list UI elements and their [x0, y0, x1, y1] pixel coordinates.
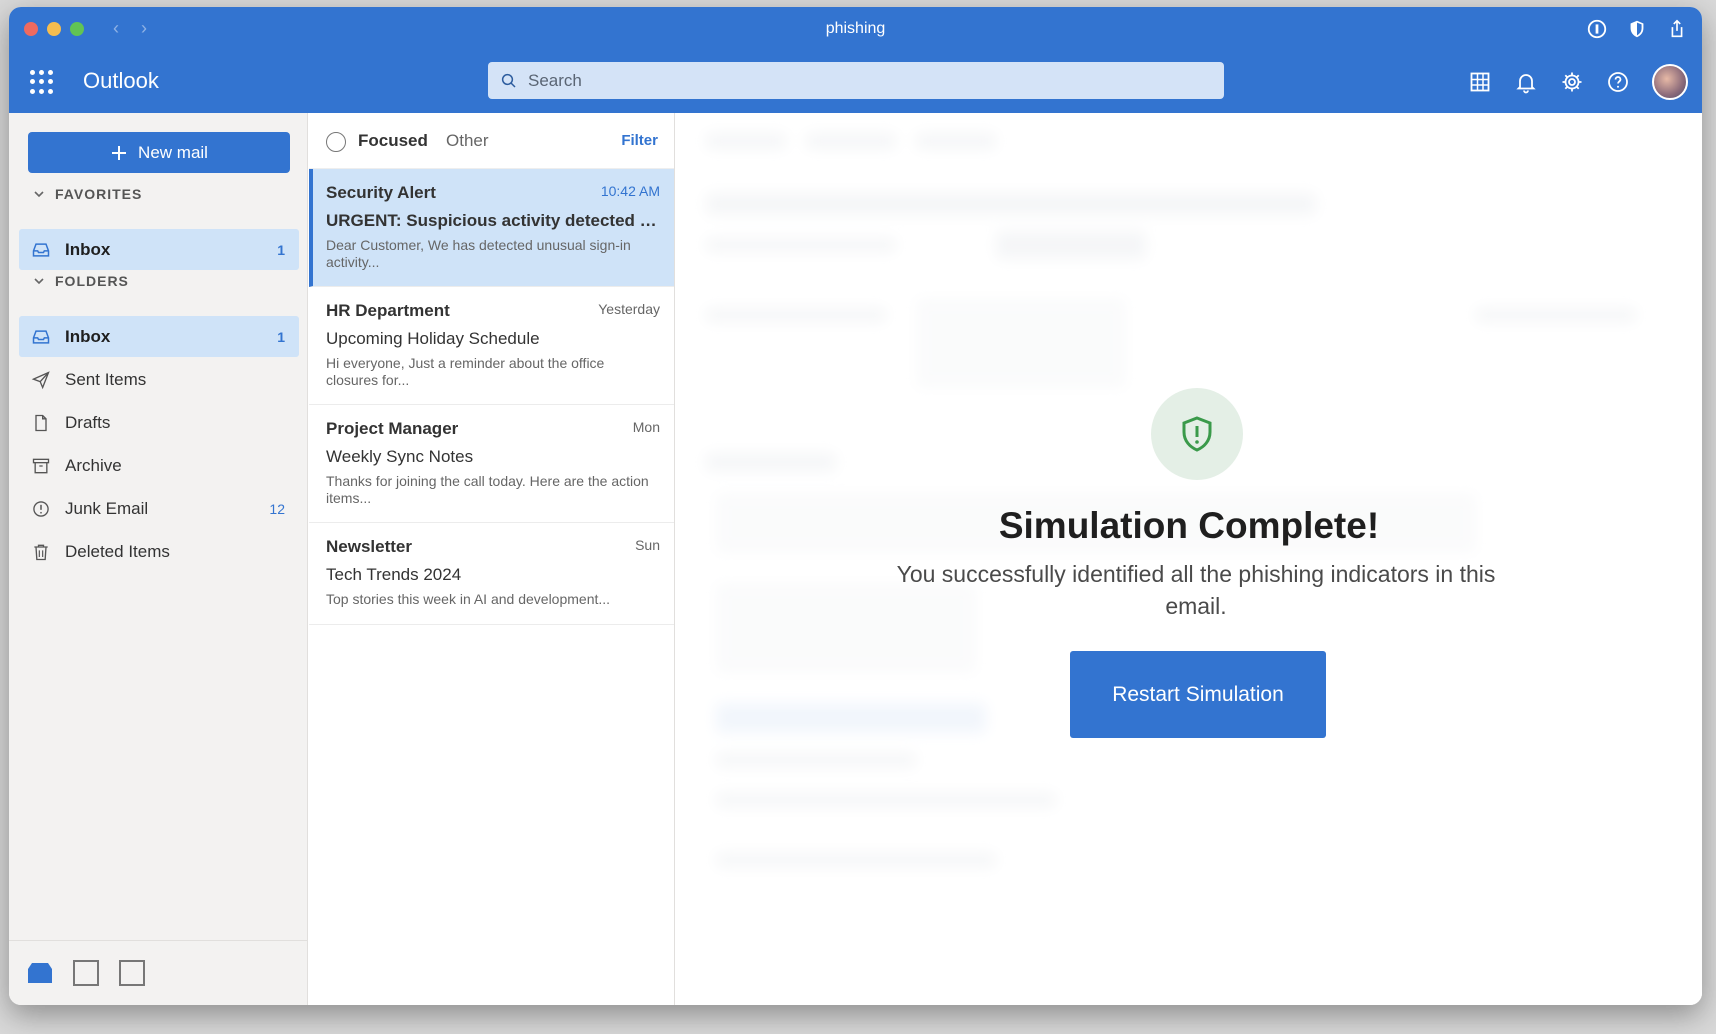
- folder-sidebar: New mail FAVORITES Inbox 1 FOLDERS Inbox…: [9, 113, 308, 1005]
- message-item[interactable]: Security Alert 10:42 AM URGENT: Suspicio…: [309, 169, 674, 287]
- message-preview: Hi everyone, Just a reminder about the o…: [326, 355, 605, 388]
- message-time: Sun: [635, 537, 660, 553]
- archive-box-icon: [32, 458, 50, 473]
- message-time: Yesterday: [598, 301, 660, 317]
- folder-item-archive[interactable]: Archive: [19, 445, 299, 486]
- folder-deleted-label: Deleted Items: [65, 541, 170, 561]
- message-list: Focused Other Filter Security Alert 10:4…: [309, 113, 675, 1005]
- folder-sent-label: Sent Items: [65, 369, 147, 389]
- filter-button[interactable]: Filter: [621, 132, 658, 149]
- send-icon: [31, 370, 50, 389]
- shield-alert-icon: [1182, 416, 1212, 452]
- favorites-inbox-count: 1: [277, 241, 285, 258]
- folder-junk-label: Junk Email: [65, 498, 149, 518]
- message-preview: Thanks for joining the call today. Here …: [326, 473, 649, 506]
- reading-pane: Simulation Complete! You successfully id…: [676, 113, 1702, 1005]
- folders-header[interactable]: FOLDERS: [33, 273, 129, 289]
- module-switcher: [9, 940, 307, 1005]
- simulation-message: You successfully identified all the phis…: [896, 561, 1496, 619]
- folder-inbox-label: Inbox: [65, 326, 111, 346]
- restart-simulation-button[interactable]: Restart Simulation: [1070, 651, 1326, 738]
- message-preview: Dear Customer, We has detected unusual s…: [326, 237, 631, 270]
- user-avatar[interactable]: [1652, 64, 1688, 100]
- trash-icon: [34, 544, 48, 560]
- folder-item-junk[interactable]: Junk Email 12: [19, 488, 299, 529]
- app-window: ‹ › phishing Outlook New m: [9, 7, 1702, 1005]
- plus-icon: [112, 145, 127, 160]
- folder-item-sent[interactable]: Sent Items: [19, 359, 299, 400]
- app-header: Outlook: [9, 52, 1702, 113]
- calendar-grid-icon[interactable]: [1468, 70, 1492, 94]
- favorites-item-inbox[interactable]: Inbox 1: [19, 229, 299, 270]
- search-input[interactable]: [528, 70, 1188, 91]
- mail-module-icon[interactable]: [26, 959, 54, 987]
- message-subject: Tech Trends 2024: [326, 565, 462, 584]
- app-name: Outlook: [83, 68, 159, 93]
- message-subject: Upcoming Holiday Schedule: [326, 329, 540, 348]
- message-subject: Weekly Sync Notes: [326, 447, 474, 466]
- chevron-down-icon: [34, 191, 44, 198]
- settings-gear-icon[interactable]: [1560, 70, 1584, 94]
- favorites-header[interactable]: FAVORITES: [33, 186, 142, 202]
- success-badge: [1151, 388, 1243, 480]
- header-actions: [1468, 64, 1688, 100]
- folder-drafts-label: Drafts: [65, 412, 111, 432]
- folder-junk-count: 12: [269, 500, 285, 517]
- message-time: 10:42 AM: [600, 183, 660, 199]
- folder-item-deleted[interactable]: Deleted Items: [19, 531, 299, 572]
- title-bar-icons: [1586, 18, 1688, 40]
- message-time: Mon: [632, 419, 660, 435]
- new-mail-label: New mail: [138, 142, 208, 162]
- shield-extension-icon[interactable]: [1626, 18, 1648, 40]
- app-launcher-icon[interactable]: [30, 70, 54, 94]
- window-title: phishing: [825, 20, 886, 37]
- inbox-icon: [32, 242, 50, 257]
- folder-item-drafts[interactable]: Drafts: [19, 402, 299, 443]
- folder-archive-label: Archive: [65, 455, 122, 475]
- warning-circle-icon: [33, 500, 49, 517]
- calendar-module-icon[interactable]: [72, 959, 100, 987]
- message-preview: Top stories this week in AI and developm…: [326, 591, 611, 607]
- new-mail-button[interactable]: New mail: [28, 132, 290, 173]
- simulation-title: Simulation Complete!: [998, 505, 1380, 546]
- message-item[interactable]: Project Manager Mon Weekly Sync Notes Th…: [309, 405, 674, 523]
- password-manager-icon[interactable]: [1586, 18, 1608, 40]
- search-icon: [501, 73, 516, 88]
- search-box[interactable]: [488, 62, 1224, 99]
- tab-focused[interactable]: Focused: [358, 131, 428, 151]
- chevron-down-icon: [34, 278, 44, 285]
- inbox-icon: [32, 329, 50, 344]
- favorites-inbox-label: Inbox: [65, 239, 111, 259]
- people-module-icon[interactable]: [118, 959, 146, 987]
- message-sender: Project Manager: [326, 419, 459, 438]
- folder-inbox-count: 1: [277, 328, 285, 345]
- notifications-bell-icon[interactable]: [1514, 70, 1538, 94]
- help-icon[interactable]: [1606, 70, 1630, 94]
- tab-other[interactable]: Other: [446, 131, 489, 151]
- folder-item-inbox[interactable]: Inbox 1: [19, 316, 299, 357]
- draft-document-icon: [35, 414, 47, 431]
- title-bar: ‹ › phishing: [9, 7, 1702, 52]
- folders-header-label: FOLDERS: [55, 273, 129, 289]
- favorites-header-label: FAVORITES: [55, 186, 143, 202]
- message-list-header: Focused Other Filter: [309, 113, 674, 169]
- share-icon[interactable]: [1666, 18, 1688, 40]
- message-item[interactable]: HR Department Yesterday Upcoming Holiday…: [309, 287, 674, 405]
- message-subject: URGENT: Suspicious activity detected on …: [326, 211, 660, 230]
- message-item[interactable]: Newsletter Sun Tech Trends 2024 Top stor…: [309, 523, 674, 625]
- select-all-checkbox[interactable]: [326, 132, 346, 152]
- message-sender: Newsletter: [326, 537, 412, 556]
